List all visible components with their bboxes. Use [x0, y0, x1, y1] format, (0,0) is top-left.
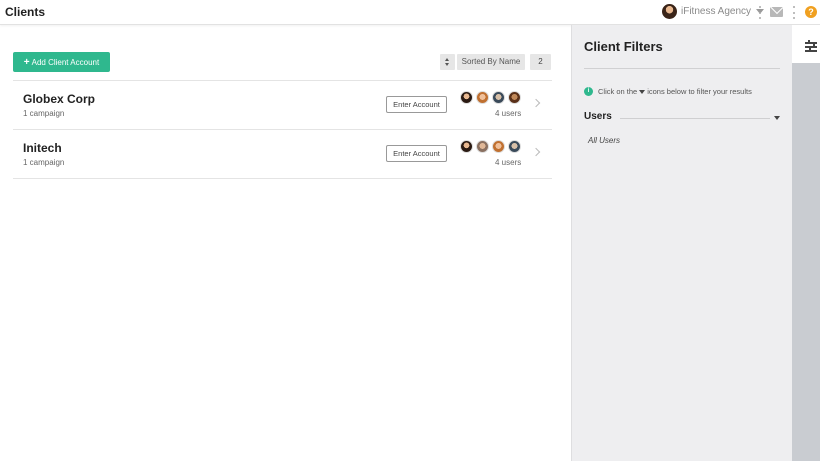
mail-icon[interactable]	[770, 7, 783, 17]
sort-dropdown[interactable]: Sorted By Name	[457, 54, 525, 70]
user-avatars	[460, 91, 524, 104]
kebab-icon[interactable]	[793, 6, 796, 19]
help-icon[interactable]: ?	[805, 6, 817, 18]
sort-order-icon[interactable]	[440, 54, 455, 70]
avatar	[662, 4, 677, 19]
avatar	[508, 91, 521, 104]
user-count: 4 users	[495, 158, 522, 167]
filter-hint-suffix: icons below to filter your results	[647, 87, 752, 96]
avatar	[460, 140, 473, 153]
avatar	[508, 140, 521, 153]
client-name[interactable]: Globex Corp	[23, 92, 95, 106]
user-avatars	[460, 140, 524, 153]
client-row[interactable]: Globex Corp 1 campaign Enter Account 4 u…	[13, 81, 552, 130]
client-name[interactable]: Initech	[23, 141, 62, 155]
add-client-account-button[interactable]: + Add Client Account	[13, 52, 110, 72]
filter-settings-icon[interactable]	[805, 40, 817, 52]
users-filter-heading: Users	[584, 111, 612, 122]
avatar	[492, 91, 505, 104]
divider	[584, 68, 780, 69]
page-title: Clients	[5, 5, 46, 19]
filter-hint: i Click on the icons below to filter you…	[584, 87, 752, 96]
client-list: Globex Corp 1 campaign Enter Account 4 u…	[13, 80, 552, 179]
user-count: 4 users	[495, 109, 522, 118]
enter-account-button[interactable]: Enter Account	[386, 96, 447, 113]
add-client-account-label: Add Client Account	[31, 57, 100, 67]
filter-hint-prefix: Click on the	[598, 87, 638, 96]
top-bar: Clients iFitness Agency ?	[0, 0, 820, 25]
campaign-count: 1 campaign	[23, 158, 65, 167]
campaign-count: 1 campaign	[23, 109, 65, 118]
avatar	[492, 140, 505, 153]
divider	[620, 118, 770, 119]
info-icon: i	[584, 87, 593, 96]
client-count-badge: 2	[530, 54, 551, 70]
agency-name: iFitness Agency	[681, 6, 752, 17]
enter-account-button[interactable]: Enter Account	[386, 145, 447, 162]
avatar	[460, 91, 473, 104]
caret-down-icon	[639, 89, 646, 94]
chevron-right-icon[interactable]	[531, 147, 541, 157]
users-filter-value[interactable]: All Users	[588, 136, 620, 145]
agency-switcher[interactable]: iFitness Agency	[662, 4, 765, 19]
filters-title: Client Filters	[584, 39, 663, 54]
kebab-icon[interactable]	[759, 6, 762, 19]
avatar	[476, 140, 489, 153]
client-row[interactable]: Initech 1 campaign Enter Account 4 users	[13, 130, 552, 179]
chevron-right-icon[interactable]	[531, 98, 541, 108]
users-filter-toggle-icon[interactable]	[774, 116, 780, 120]
client-filters-panel: Client Filters i Click on the icons belo…	[571, 25, 792, 461]
plus-icon: +	[23, 56, 30, 68]
avatar	[476, 91, 489, 104]
right-sidebar	[792, 25, 820, 461]
